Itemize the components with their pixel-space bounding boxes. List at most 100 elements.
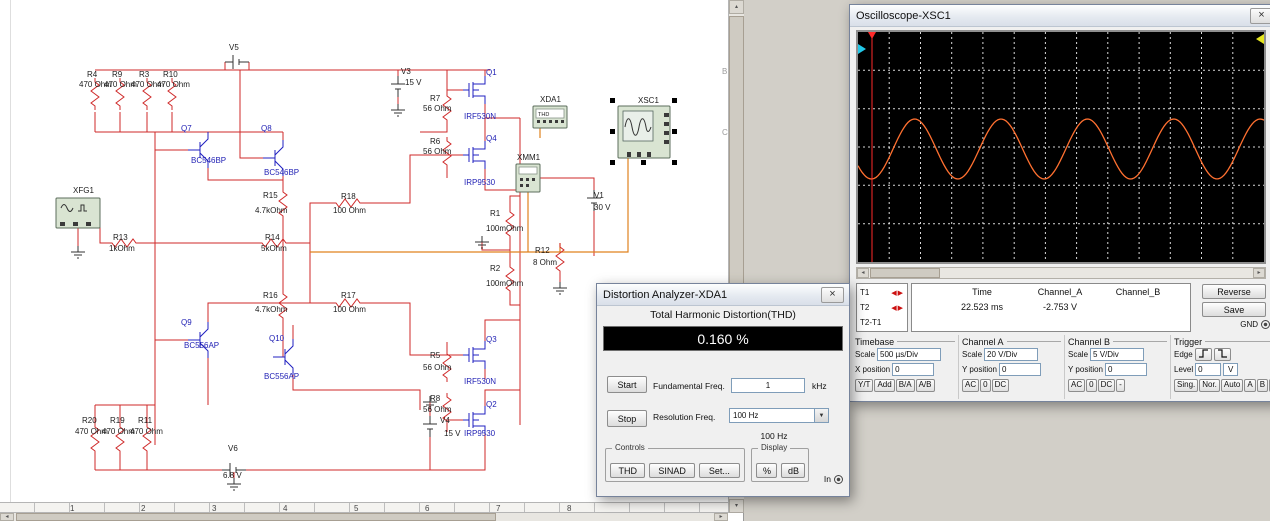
bjt-transistor[interactable] (188, 322, 209, 358)
fundamental-freq-input[interactable]: 1 (731, 378, 805, 393)
save-button[interactable]: Save (1202, 302, 1266, 317)
yt-mode-button[interactable]: Y/T (855, 378, 874, 392)
oscilloscope-titlebar[interactable]: Oscilloscope-XSC1 × (850, 5, 1270, 27)
scroll-right-icon[interactable]: ▸ (714, 513, 728, 521)
cursor-readout[interactable]: T1 ◀▶ T2 ◀▶ T2-T1 (856, 283, 908, 332)
battery[interactable] (391, 76, 405, 97)
schematic-label: V1 (594, 191, 604, 200)
schematic-label: R4 (87, 70, 98, 79)
channel-b-minus-button[interactable]: - (1116, 378, 1125, 392)
scroll-right-icon[interactable]: ▸ (1253, 268, 1265, 278)
wire[interactable] (420, 124, 448, 133)
ab-mode-button[interactable]: A/B (915, 378, 935, 392)
wire[interactable] (239, 70, 263, 159)
horizontal-scrollbar[interactable]: ◂ ▸ (0, 513, 728, 521)
scroll-down-icon[interactable]: ▾ (729, 499, 744, 513)
normal-trigger-button[interactable]: Nor. (1199, 378, 1220, 392)
db-display-button[interactable]: dB (781, 463, 805, 478)
selection-handle[interactable] (641, 160, 646, 165)
auto-trigger-button[interactable]: Auto (1220, 378, 1244, 392)
oscilloscope-icon-screen (622, 110, 654, 142)
settings-button[interactable]: Set... (698, 463, 740, 478)
scope-scroll-thumb[interactable] (870, 268, 940, 278)
t1-marker-icon[interactable] (858, 44, 866, 54)
wire[interactable] (481, 242, 510, 251)
ba-mode-button[interactable]: B/A (895, 378, 915, 392)
scroll-left-icon[interactable]: ◂ (0, 513, 14, 521)
channel-a-scale-input[interactable]: 20 V/Div (984, 348, 1039, 361)
resistor[interactable] (278, 188, 288, 220)
selection-handle[interactable] (610, 129, 615, 134)
sinad-mode-button[interactable]: SINAD (649, 463, 695, 478)
wire[interactable] (509, 295, 520, 306)
schematic-label: R14 (265, 233, 280, 242)
add-mode-button[interactable]: Add (874, 378, 895, 392)
resolution-freq-select[interactable]: 100 Hz ▼ (729, 408, 829, 423)
schematic-label: 6.8 V (223, 471, 242, 480)
t2-marker-icon[interactable] (1256, 34, 1264, 44)
stop-button[interactable]: Stop (607, 410, 647, 427)
selection-handle[interactable] (672, 160, 677, 165)
battery[interactable] (423, 416, 437, 437)
chevron-down-icon[interactable]: ▼ (814, 409, 828, 422)
cursor-t2-row[interactable]: T2 ◀▶ (860, 300, 904, 315)
timebase-scale-input[interactable]: 500 µs/Div (877, 348, 942, 361)
channel-a-ac-button[interactable]: AC (962, 378, 980, 392)
cursor-arrows-icon[interactable]: ◀▶ (891, 289, 904, 297)
wire[interactable] (364, 302, 463, 356)
wire[interactable] (509, 195, 520, 208)
trigger-level-input[interactable]: 0 (1195, 363, 1222, 376)
terminal (664, 140, 669, 144)
channel-a-yposition-input[interactable]: 0 (999, 363, 1041, 376)
mosfet-transistor[interactable] (463, 341, 486, 369)
rising-edge-button[interactable] (1194, 348, 1212, 361)
terminal (647, 152, 651, 157)
close-icon[interactable]: × (821, 287, 844, 303)
wire[interactable] (364, 154, 463, 204)
percent-display-button[interactable]: % (756, 463, 777, 478)
hscroll-thumb[interactable] (16, 513, 496, 521)
oscilloscope-display[interactable] (856, 30, 1266, 264)
reverse-button[interactable]: Reverse (1202, 284, 1266, 299)
trigger-level-unit-select[interactable]: V (1223, 363, 1239, 376)
channel-b-zero-button[interactable]: 0 (1086, 378, 1097, 392)
single-trigger-button[interactable]: Sing. (1174, 378, 1199, 392)
cursor-t1-row[interactable]: T1 ◀▶ (860, 285, 904, 300)
selection-handle[interactable] (610, 160, 615, 165)
wire[interactable] (430, 434, 486, 471)
battery[interactable] (225, 55, 249, 69)
thd-mode-button[interactable]: THD (610, 463, 646, 478)
distortion-analyzer-titlebar[interactable]: Distortion Analyzer-XDA1 × (597, 284, 849, 306)
trigger-source-b-button[interactable]: B (1256, 378, 1269, 392)
channel-a-zero-button[interactable]: 0 (980, 378, 991, 392)
scroll-up-icon[interactable]: ▴ (729, 0, 744, 14)
channel-b-dc-button[interactable]: DC (1097, 378, 1116, 392)
terminal (561, 120, 564, 123)
scope-scrollbar[interactable]: ◂ ▸ (856, 267, 1266, 279)
channel-a-dc-button[interactable]: DC (991, 378, 1010, 392)
resolution-freq-label: Resolution Freq. (653, 412, 716, 422)
schematic-label: 30 V (594, 203, 611, 212)
selection-handle[interactable] (672, 98, 677, 103)
mosfet-transistor[interactable] (463, 141, 486, 169)
wire[interactable] (99, 213, 108, 244)
wire[interactable] (292, 375, 421, 410)
selection-handle[interactable] (610, 98, 615, 103)
channel-a-scale-label: Scale (962, 350, 983, 359)
mosfet-transistor[interactable] (463, 76, 486, 104)
close-icon[interactable]: × (1250, 8, 1270, 24)
selection-handle[interactable] (672, 129, 677, 134)
channel-b-scale-input[interactable]: 5 V/Div (1090, 348, 1145, 361)
wire[interactable] (309, 202, 332, 243)
channel-b-yposition-input[interactable]: 0 (1105, 363, 1147, 376)
channel-b-ac-button[interactable]: AC (1068, 378, 1086, 392)
scroll-left-icon[interactable]: ◂ (857, 268, 869, 278)
falling-edge-button[interactable] (1213, 348, 1231, 361)
cursor-arrows-icon[interactable]: ◀▶ (891, 304, 904, 312)
start-button[interactable]: Start (607, 376, 647, 393)
trigger-source-a-button[interactable]: A (1244, 378, 1256, 392)
timebase-xposition-input[interactable]: 0 (892, 363, 935, 376)
cursor-handle-icon[interactable] (868, 32, 876, 39)
schematic-label: BC556AP (264, 372, 299, 381)
terminal (520, 178, 523, 181)
